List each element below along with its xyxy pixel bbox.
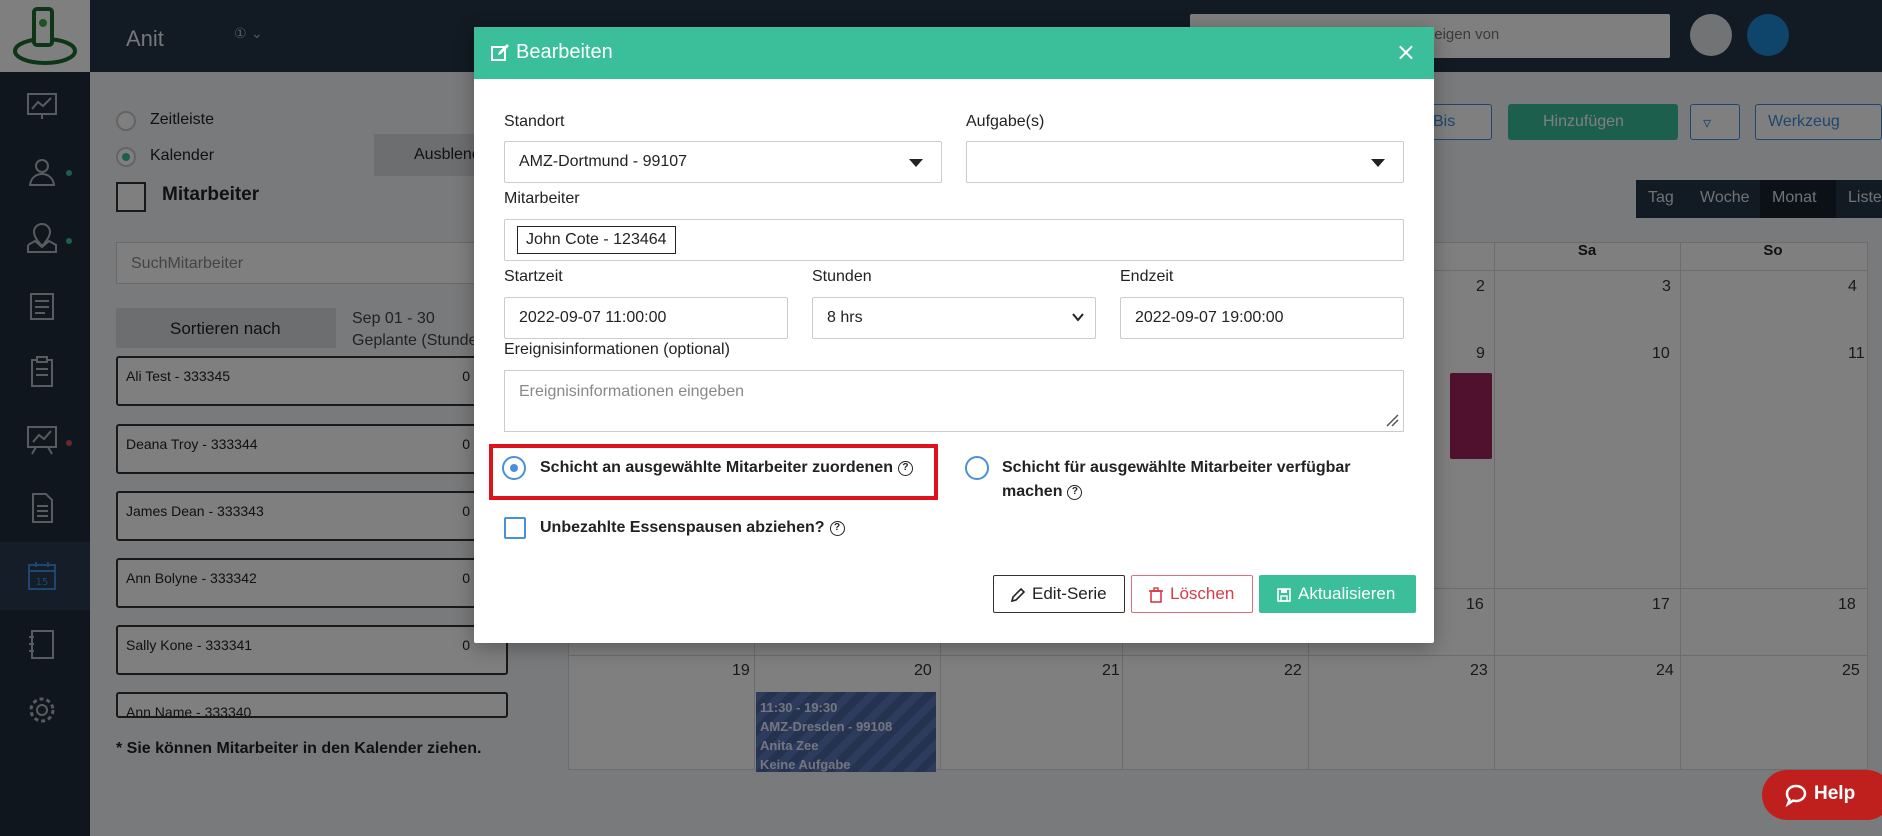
start-label: Startzeit: [504, 268, 563, 285]
chevron-down-icon: [1072, 313, 1084, 322]
chat-bubble-icon: [1785, 784, 1807, 807]
meal-break-text: Unbezahlte Essenspausen abziehen?: [540, 519, 825, 536]
save-icon: [1277, 588, 1291, 602]
caret-down-icon: [1371, 159, 1385, 167]
close-icon[interactable]: ×: [1396, 39, 1416, 65]
help-circle-icon[interactable]: ?: [1067, 485, 1083, 500]
help-button[interactable]: Help: [1762, 770, 1882, 820]
employee-label: Mitarbeiter: [504, 190, 580, 207]
assign-shift-text: Schicht an ausgewählte Mitarbeiter zuord…: [540, 459, 893, 476]
help-circle-icon[interactable]: ?: [829, 521, 845, 536]
delete-button[interactable]: Löschen: [1131, 575, 1253, 613]
end-label: Endzeit: [1120, 268, 1174, 285]
event-info-label: Ereignisinformationen (optional): [504, 341, 730, 358]
edit-icon: [491, 44, 509, 61]
hours-value: 8 hrs: [827, 309, 863, 326]
available-shift-radio[interactable]: [965, 456, 989, 480]
modal-header: Bearbeiten ×: [474, 27, 1434, 79]
meal-break-label[interactable]: Unbezahlte Essenspausen abziehen??: [540, 516, 845, 540]
update-label: Aktualisieren: [1298, 584, 1396, 603]
assign-shift-radio[interactable]: [502, 456, 526, 480]
tasks-select[interactable]: [966, 141, 1404, 183]
available-shift-text-line2: machen: [1002, 483, 1063, 500]
event-info-textarea[interactable]: Ereignisinformationen eingeben: [504, 370, 1404, 432]
pencil-icon: [1010, 587, 1026, 603]
hours-label: Stunden: [812, 268, 872, 285]
tasks-label: Aufgabe(s): [966, 113, 1045, 130]
delete-label: Löschen: [1170, 584, 1235, 603]
assign-shift-label[interactable]: Schicht an ausgewählte Mitarbeiter zuord…: [540, 456, 913, 480]
end-time-input[interactable]: 2022-09-07 19:00:00: [1120, 297, 1404, 339]
edit-series-button[interactable]: Edit-Serie: [993, 575, 1125, 613]
help-label: Help: [1814, 783, 1856, 804]
meal-break-checkbox[interactable]: [504, 517, 526, 539]
hours-select[interactable]: 8 hrs: [812, 297, 1096, 339]
location-value: AMZ-Dortmund - 99107: [519, 153, 688, 170]
available-shift-label[interactable]: Schicht für ausgewählte Mitarbeiter verf…: [1002, 456, 1402, 504]
employee-tag[interactable]: John Cote - 123464: [517, 226, 676, 254]
trash-icon: [1149, 587, 1163, 603]
resize-handle-icon[interactable]: [1385, 413, 1399, 427]
start-time-input[interactable]: 2022-09-07 11:00:00: [504, 297, 788, 339]
modal-title: Bearbeiten: [516, 41, 613, 63]
event-info-placeholder: Ereignisinformationen eingeben: [519, 383, 745, 400]
update-button[interactable]: Aktualisieren: [1259, 575, 1416, 613]
location-label: Standort: [504, 113, 565, 130]
employee-multiselect[interactable]: John Cote - 123464: [504, 219, 1404, 261]
help-circle-icon[interactable]: ?: [897, 461, 913, 476]
edit-series-label: Edit-Serie: [1032, 584, 1107, 603]
location-select[interactable]: AMZ-Dortmund - 99107: [504, 141, 942, 183]
available-shift-text-line1: Schicht für ausgewählte Mitarbeiter verf…: [1002, 459, 1351, 476]
caret-down-icon: [909, 159, 923, 167]
